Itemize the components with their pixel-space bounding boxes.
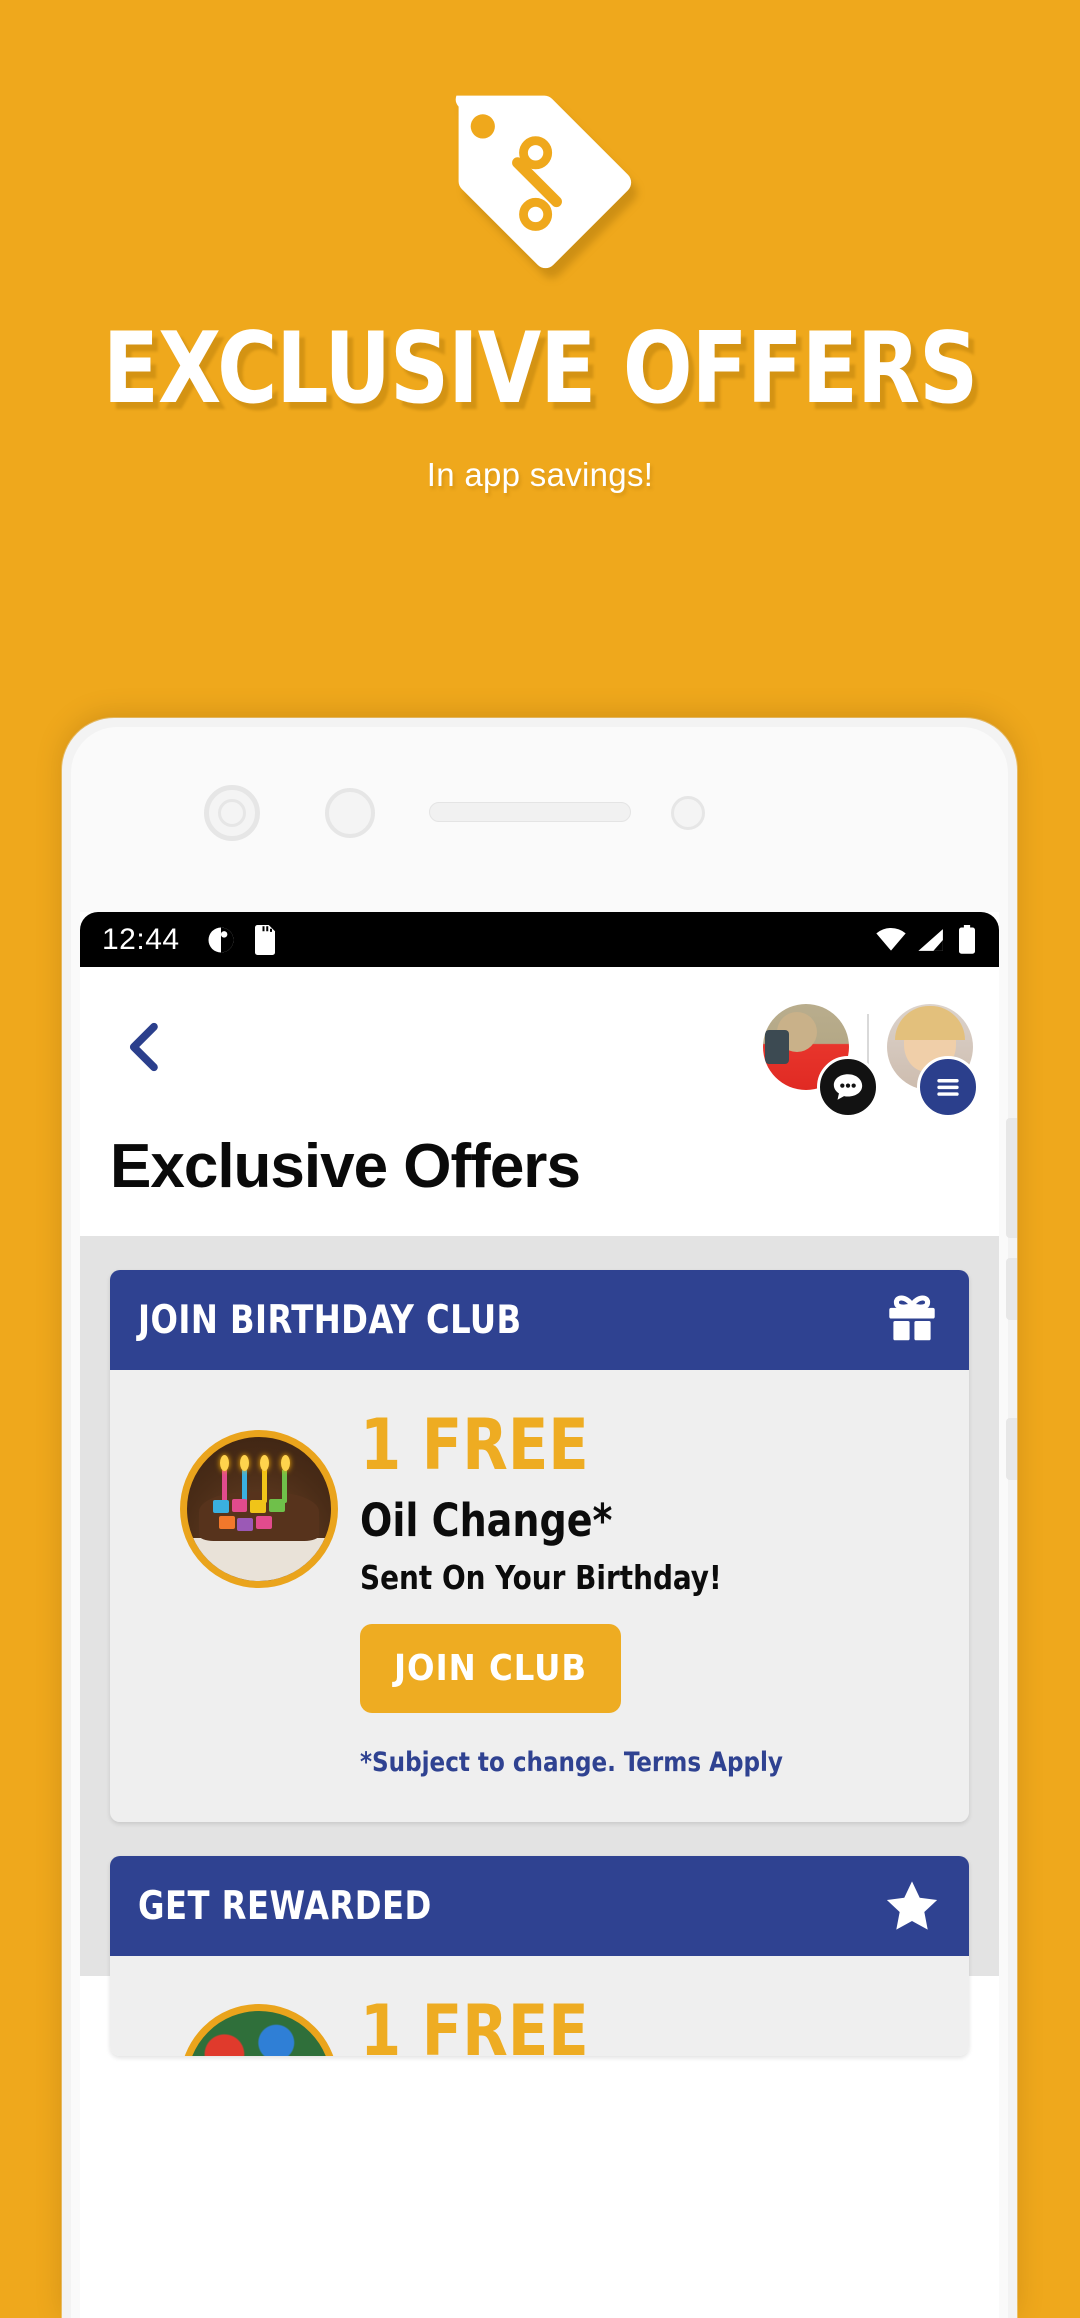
front-camera-icon — [204, 785, 260, 841]
join-club-button[interactable]: JOIN CLUB — [360, 1624, 622, 1713]
chat-badge-button[interactable] — [817, 1056, 879, 1118]
nav-right-group — [763, 1004, 979, 1118]
proximity-sensor-icon — [325, 788, 375, 838]
menu-icon — [937, 1079, 959, 1096]
status-bar-clock: 12:44 — [102, 922, 180, 956]
offer-main-text: Oil Change* — [360, 1494, 613, 1547]
promo-title: EXCLUSIVE OFFERS — [102, 312, 978, 426]
offers-list: JOIN BIRTHDAY CLUB 1 FREE Oil Change* Se… — [80, 1236, 999, 2056]
phone-screen: 12:44 Exclusive Offers JOIN BIRTHDAY CLU… — [80, 912, 999, 2318]
sd-card-icon — [254, 924, 275, 955]
phone-mockup: 12:44 Exclusive Offers JOIN BIRTHDAY CLU… — [62, 718, 1017, 2318]
status-bar: 12:44 — [80, 912, 999, 967]
offer-card-body: 1 FREE — [110, 1956, 969, 2056]
offer-headline: 1 FREE — [360, 1990, 589, 2056]
earpiece-speaker — [429, 802, 631, 822]
birthday-cake-image — [180, 1430, 338, 1588]
offer-card-header: GET REWARDED — [110, 1856, 969, 1956]
wifi-icon — [876, 927, 906, 951]
price-tags-icon — [455, 95, 632, 269]
phone-power-button — [1006, 1258, 1017, 1320]
promo-header: EXCLUSIVE OFFERS In app savings! — [0, 0, 1080, 720]
offer-note-text: Sent On Your Birthday! — [360, 1558, 722, 1597]
offer-card-body: 1 FREE Oil Change* Sent On Your Birthday… — [110, 1370, 969, 1822]
offer-card-get-rewarded[interactable]: GET REWARDED 1 FREE — [110, 1856, 969, 2056]
chevron-left-icon[interactable] — [118, 1020, 172, 1074]
phone-sensor-row — [71, 782, 1008, 852]
offer-card-header-title: GET REWARDED — [138, 1883, 432, 1929]
app-nav-bar — [80, 967, 999, 1127]
dnd-icon — [208, 927, 234, 952]
page-title-row: Exclusive Offers — [80, 1127, 999, 1236]
offer-card-text: 1 FREE Oil Change* Sent On Your Birthday… — [360, 1410, 805, 1778]
menu-badge-button[interactable] — [917, 1056, 979, 1118]
battery-icon — [959, 924, 975, 954]
phone-extra-button — [1006, 1418, 1017, 1480]
gift-icon — [889, 1295, 935, 1341]
phone-volume-button — [1006, 1118, 1017, 1238]
chat-icon — [833, 1074, 863, 1100]
signal-icon — [918, 928, 943, 951]
offer-terms-text: *Subject to change. Terms Apply — [360, 1747, 783, 1778]
star-icon — [886, 1881, 938, 1930]
candy-image — [180, 2004, 338, 2056]
light-sensor-icon — [671, 796, 705, 830]
offer-card-text: 1 FREE — [360, 1996, 603, 2056]
promo-subtitle: In app savings! — [426, 456, 654, 493]
offer-headline: 1 FREE — [360, 1404, 589, 1486]
offer-card-header: JOIN BIRTHDAY CLUB — [110, 1270, 969, 1370]
phone-bezel: 12:44 Exclusive Offers JOIN BIRTHDAY CLU… — [71, 727, 1008, 2318]
page-title: Exclusive Offers — [110, 1132, 581, 1201]
offer-card-birthday-club[interactable]: JOIN BIRTHDAY CLUB 1 FREE Oil Change* Se… — [110, 1270, 969, 1822]
offer-card-header-title: JOIN BIRTHDAY CLUB — [138, 1297, 522, 1343]
